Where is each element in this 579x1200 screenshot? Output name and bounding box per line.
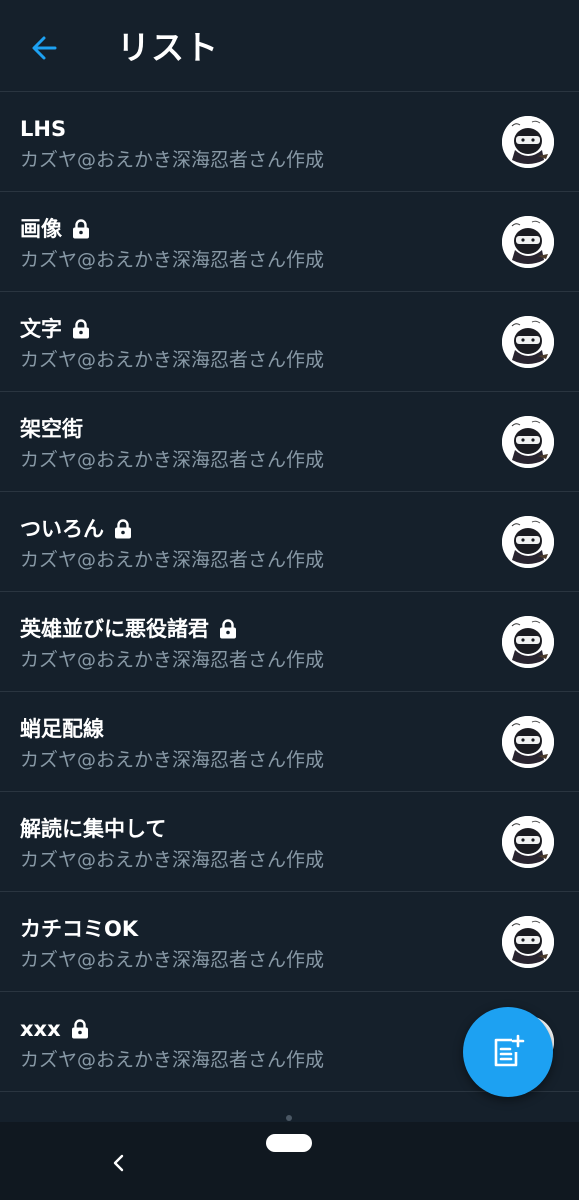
list-owner: カズヤ@おえかき深海忍者さん作成 [20, 1049, 325, 1071]
list-title: 解読に集中して [20, 814, 166, 844]
list-title: 画像 [20, 214, 91, 244]
list-item[interactable]: 文字カズヤ@おえかき深海忍者さん作成 [0, 292, 579, 392]
back-button[interactable] [22, 26, 66, 70]
home-pill-icon[interactable] [266, 1134, 312, 1152]
scroll-indicator [286, 1115, 292, 1121]
avatar [502, 216, 554, 268]
lists-list: LHS カズヤ@おえかき深海忍者さん作成 画像 カズヤ@おえかき深海忍者さん作成 文字カ… [0, 92, 579, 1092]
list-name: 文字 [20, 317, 62, 341]
arrow-left-icon [32, 36, 57, 60]
system-back-button[interactable] [104, 1148, 134, 1178]
list-name: 解読に集中して [20, 817, 167, 841]
list-owner: カズヤ@おえかき深海忍者さん作成 [20, 249, 325, 271]
list-owner: カズヤ@おえかき深海忍者さん作成 [20, 649, 325, 671]
list-item[interactable]: 解読に集中してカズヤ@おえかき深海忍者さん作成 [0, 792, 579, 892]
list-item[interactable]: 画像カズヤ@おえかき深海忍者さん作成 [0, 192, 579, 292]
chevron-left-icon [113, 1154, 124, 1172]
avatar [502, 816, 554, 868]
lock-icon [70, 1018, 90, 1040]
list-title: 文字 [20, 314, 91, 344]
list-item[interactable]: 英雄並びに悪役諸君カズヤ@おえかき深海忍者さん作成 [0, 592, 579, 692]
list-item[interactable]: 架空街カズヤ@おえかき深海忍者さん作成 [0, 392, 579, 492]
list-title: ついろん [20, 514, 133, 544]
list-owner: カズヤ@おえかき深海忍者さん作成 [20, 349, 325, 371]
list-item[interactable]: カチコミOK カズヤ@おえかき深海忍者さん作成 [0, 892, 579, 992]
avatar [502, 716, 554, 768]
lock-icon [71, 318, 91, 340]
list-title: 英雄並びに悪役諸君 [20, 614, 238, 644]
list-owner: カズヤ@おえかき深海忍者さん作成 [20, 149, 325, 171]
app-header: リスト [0, 0, 579, 92]
lock-icon [113, 518, 133, 540]
avatar [502, 616, 554, 668]
list-title: カチコミOK [20, 914, 138, 944]
list-name: xxx [20, 1017, 61, 1041]
list-name: 架空街 [20, 417, 83, 441]
system-nav-bar [0, 1122, 579, 1200]
list-title: 蛸足配線 [20, 714, 104, 744]
avatar [502, 416, 554, 468]
lock-icon [71, 218, 91, 240]
list-owner: カズヤ@おえかき深海忍者さん作成 [20, 849, 325, 871]
page-title: リスト [117, 28, 219, 67]
list-item[interactable]: LHS カズヤ@おえかき深海忍者さん作成 [0, 92, 579, 192]
list-name: LHS [20, 117, 67, 141]
list-name: ついろん [20, 517, 104, 541]
list-owner: カズヤ@おえかき深海忍者さん作成 [20, 449, 325, 471]
list-title: LHS [20, 114, 66, 144]
list-title: 架空街 [20, 414, 83, 444]
avatar [502, 116, 554, 168]
list-owner: カズヤ@おえかき深海忍者さん作成 [20, 949, 325, 971]
list-title: xxx [20, 1014, 90, 1044]
create-list-button[interactable] [463, 1007, 553, 1097]
list-name: 英雄並びに悪役諸君 [20, 617, 209, 641]
new-list-icon [494, 1034, 525, 1067]
list-name: 画像 [20, 217, 62, 241]
avatar [502, 916, 554, 968]
lock-icon [218, 618, 238, 640]
avatar [502, 516, 554, 568]
list-owner: カズヤ@おえかき深海忍者さん作成 [20, 549, 325, 571]
list-item[interactable]: 蛸足配線カズヤ@おえかき深海忍者さん作成 [0, 692, 579, 792]
list-owner: カズヤ@おえかき深海忍者さん作成 [20, 749, 325, 771]
avatar [502, 316, 554, 368]
list-name: カチコミOK [20, 917, 139, 941]
list-item[interactable]: ついろんカズヤ@おえかき深海忍者さん作成 [0, 492, 579, 592]
list-name: 蛸足配線 [20, 717, 104, 741]
